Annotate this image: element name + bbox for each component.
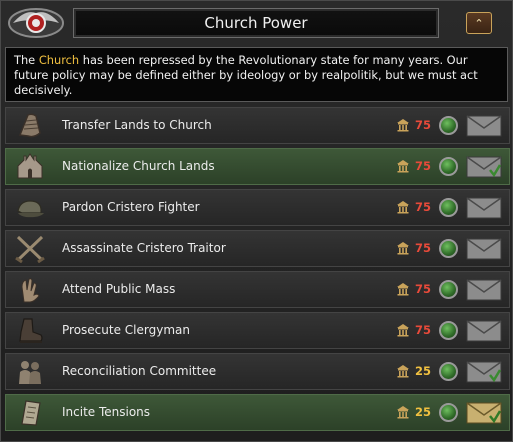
political-power-icon <box>397 283 409 296</box>
description-text-after: has been repressed by the Revolutionary … <box>14 53 478 97</box>
decision-label: Pardon Cristero Fighter <box>62 200 200 214</box>
decision-label: Transfer Lands to Church <box>62 118 212 132</box>
decision-row-7[interactable]: Reconciliation Committee 25 <box>5 353 510 390</box>
status-indicator <box>439 157 458 176</box>
political-power-icon <box>397 365 409 378</box>
decision-cost: 25 <box>415 364 432 378</box>
people-icon <box>14 357 46 386</box>
status-indicator <box>439 362 458 381</box>
description-text-before: The <box>14 53 39 67</box>
decision-row-8[interactable]: Incite Tensions 25 <box>5 394 510 431</box>
decision-cost: 75 <box>415 159 432 173</box>
decision-label: Attend Public Mass <box>62 282 176 296</box>
decision-cost: 75 <box>415 200 432 214</box>
collapse-button[interactable]: ⌃ <box>466 12 492 34</box>
decision-cost: 25 <box>415 405 432 419</box>
envelope-check-icon[interactable] <box>466 155 502 179</box>
paper-icon <box>14 398 46 427</box>
hands-icon <box>14 275 46 304</box>
crossed-rifles-icon <box>14 234 46 263</box>
political-power-icon <box>397 406 409 419</box>
description-box: The Church has been repressed by the Rev… <box>5 47 508 102</box>
decision-panel: Church Power ⌃ The Church has been repre… <box>0 0 513 442</box>
envelope-check-gold-icon[interactable] <box>466 401 502 425</box>
political-power-icon <box>397 324 409 337</box>
status-indicator <box>439 198 458 217</box>
political-power-icon <box>397 119 409 132</box>
panel-header: Church Power ⌃ <box>1 1 512 45</box>
envelope-icon[interactable] <box>466 237 502 261</box>
decision-row-5[interactable]: Attend Public Mass 75 <box>5 271 510 308</box>
decision-row-6[interactable]: Prosecute Clergyman 75 <box>5 312 510 349</box>
envelope-icon[interactable] <box>466 319 502 343</box>
envelope-icon[interactable] <box>466 114 502 138</box>
decision-label: Reconciliation Committee <box>62 364 217 378</box>
decision-cost: 75 <box>415 323 432 337</box>
decision-cost: 75 <box>415 241 432 255</box>
decision-list: Transfer Lands to Church 75 Nationalize … <box>5 107 510 435</box>
decision-cost: 75 <box>415 118 432 132</box>
status-indicator <box>439 239 458 258</box>
political-power-icon <box>397 160 409 173</box>
decision-label: Nationalize Church Lands <box>62 159 215 173</box>
decision-label: Assassinate Cristero Traitor <box>62 241 226 255</box>
boot-icon <box>14 316 46 345</box>
decision-label: Prosecute Clergyman <box>62 323 190 337</box>
envelope-icon[interactable] <box>466 278 502 302</box>
cap-icon <box>14 193 46 222</box>
cathedral-icon <box>14 152 46 181</box>
political-power-icon <box>397 201 409 214</box>
envelope-check-icon[interactable] <box>466 360 502 384</box>
status-indicator <box>439 116 458 135</box>
status-indicator <box>439 403 458 422</box>
decision-row-3[interactable]: Pardon Cristero Fighter 75 <box>5 189 510 226</box>
political-power-icon <box>397 242 409 255</box>
party-emblem-icon <box>8 8 64 38</box>
envelope-icon[interactable] <box>466 196 502 220</box>
description-highlight: Church <box>38 53 80 67</box>
panel-title: Church Power <box>73 8 439 38</box>
decision-row-2[interactable]: Nationalize Church Lands 75 <box>5 148 510 185</box>
decision-row-4[interactable]: Assassinate Cristero Traitor 75 <box>5 230 510 267</box>
scroll-icon <box>14 111 46 140</box>
status-indicator <box>439 280 458 299</box>
decision-label: Incite Tensions <box>62 405 151 419</box>
status-indicator <box>439 321 458 340</box>
decision-row-1[interactable]: Transfer Lands to Church 75 <box>5 107 510 144</box>
chevron-up-icon: ⌃ <box>474 16 484 30</box>
decision-cost: 75 <box>415 282 432 296</box>
